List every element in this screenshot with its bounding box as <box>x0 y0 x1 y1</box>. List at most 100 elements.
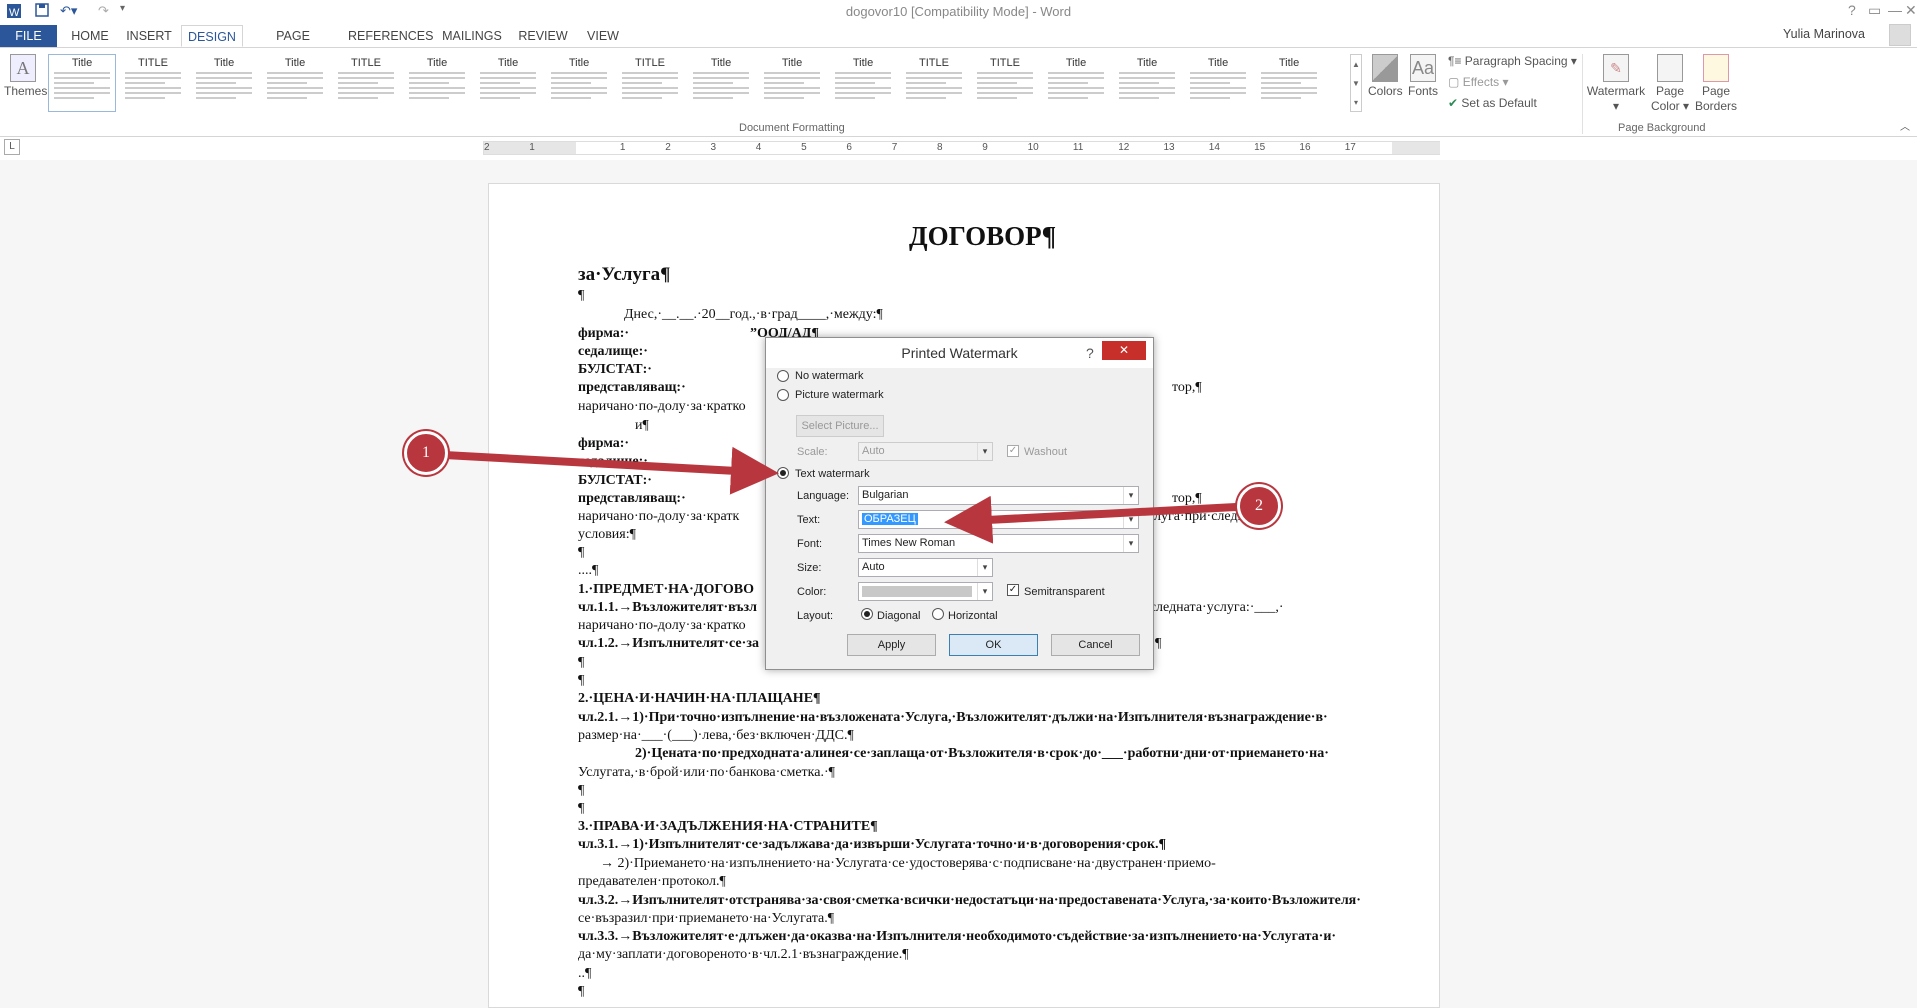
washout-label[interactable]: Washout <box>1024 446 1067 458</box>
document-line[interactable]: предавателен·протокол.¶ <box>578 873 726 891</box>
avatar[interactable] <box>1889 24 1911 46</box>
style-set-item[interactable]: Title <box>1042 54 1110 112</box>
dialog-close-button[interactable]: ✕ <box>1102 341 1146 360</box>
watermark-button[interactable]: ✎ Watermark ▾ <box>1585 54 1647 114</box>
user-name[interactable]: Yulia Marinova <box>1783 27 1865 41</box>
document-line[interactable]: за·Услуга¶ <box>578 265 670 284</box>
document-line[interactable]: БУЛСТАТ:· <box>578 472 652 490</box>
document-line[interactable]: наричано·по-долу·за·кратко <box>578 617 746 635</box>
cancel-button[interactable]: Cancel <box>1051 634 1140 656</box>
document-line[interactable]: наричано·по-долу·за·кратко <box>578 398 746 416</box>
document-line[interactable]: чл.3.3.→Възложителят·е·длъжен·да·оказва·… <box>578 928 1336 946</box>
document-line[interactable]: чл.1.2.→Изпълнителят·се·за <box>578 635 759 653</box>
document-line[interactable]: Днес,·__.__.·20__год.,·в·град____,·между… <box>624 306 883 324</box>
font-select[interactable]: Times New Roman ▾ <box>858 534 1139 553</box>
style-set-item[interactable]: Title <box>48 54 116 112</box>
text-watermark-label[interactable]: Text watermark <box>795 468 870 480</box>
document-line[interactable]: представляващ:· <box>578 490 686 508</box>
close-window-icon[interactable]: ✕ <box>1905 2 1917 19</box>
horizontal-label[interactable]: Horizontal <box>948 610 998 622</box>
document-line[interactable]: условия:¶ <box>578 526 636 544</box>
document-line[interactable]: фирма:· <box>578 325 629 343</box>
watermark-text-input[interactable]: ОБРАЗЕЦ ▾ <box>858 510 1139 529</box>
picture-watermark-label[interactable]: Picture watermark <box>795 389 884 401</box>
tab-file[interactable]: FILE <box>0 25 57 47</box>
semitransparent-checkbox[interactable]: ✓ <box>1007 584 1019 596</box>
fonts-button[interactable]: Aa Fonts <box>1406 54 1440 99</box>
language-select[interactable]: Bulgarian ▾ <box>858 486 1139 505</box>
document-line-fragment[interactable]: тор,¶ <box>1172 490 1202 508</box>
document-line[interactable]: чл.2.1.→1)·При·точно·изпълнение·на·възло… <box>578 709 1328 727</box>
document-line[interactable]: ДОГОВОР¶ <box>909 223 1056 250</box>
document-line[interactable]: размер·на·___·(___)·лева,·без·включен·ДД… <box>578 727 854 745</box>
picture-watermark-radio[interactable] <box>777 389 789 401</box>
semitransparent-label[interactable]: Semitransparent <box>1024 586 1105 598</box>
horizontal-ruler[interactable]: 2 1 1 2 3 4 5 6 7 8 9 10 11 12 13 14 15 16 17 <box>0 138 1917 158</box>
page-color-button[interactable]: Page Color ▾ <box>1650 54 1690 114</box>
style-set-item[interactable]: TITLE <box>616 54 684 112</box>
tab-view[interactable]: VIEW <box>582 25 624 47</box>
effects-button[interactable]: ▢ Effects ▾ <box>1448 75 1509 90</box>
help-icon[interactable]: ? <box>1848 2 1856 18</box>
document-line[interactable]: ¶ <box>578 782 584 800</box>
minimize-icon[interactable]: — <box>1888 2 1902 18</box>
style-set-item[interactable]: Title <box>758 54 826 112</box>
document-line[interactable]: 2.·ЦЕНА·И·НАЧИН·НА·ПЛАЩАНЕ¶ <box>578 690 821 708</box>
style-set-gallery[interactable]: Title TITLE Title Title TITLE Title Title Title… <box>48 54 1348 112</box>
horizontal-radio[interactable] <box>932 608 944 620</box>
tab-page-layout[interactable]: PAGE LAYOUT <box>252 25 334 65</box>
collapse-ribbon-icon[interactable]: ︿ <box>1900 120 1910 135</box>
style-set-item[interactable]: Title <box>829 54 897 112</box>
document-line[interactable]: наричано·по-долу·за·кратк <box>578 508 739 526</box>
select-picture-button[interactable]: Select Picture... <box>796 415 884 437</box>
ruler-bar[interactable]: 2 1 1 2 3 4 5 6 7 8 9 10 11 12 13 14 15 16 17 <box>483 141 1440 155</box>
tab-review[interactable]: REVIEW <box>517 25 569 47</box>
document-line[interactable]: Услугата,·в·брой·или·по·банкова·сметка.·… <box>578 764 835 782</box>
diagonal-label[interactable]: Diagonal <box>877 610 920 622</box>
document-line[interactable]: БУЛСТАТ:· <box>578 361 652 379</box>
tab-insert[interactable]: INSERT <box>124 25 174 47</box>
tab-design[interactable]: DESIGN <box>181 25 243 47</box>
document-line[interactable]: ¶ <box>578 287 584 305</box>
scale-select[interactable]: Auto ▾ <box>858 442 993 461</box>
style-set-item[interactable]: TITLE <box>119 54 187 112</box>
document-line[interactable]: ....¶ <box>578 562 598 580</box>
style-set-item[interactable]: TITLE <box>900 54 968 112</box>
tab-home[interactable]: HOME <box>68 25 112 47</box>
style-set-item[interactable]: Title <box>1113 54 1181 112</box>
style-set-item[interactable]: Title <box>687 54 755 112</box>
document-line[interactable]: седалище:· <box>578 343 648 361</box>
style-set-item[interactable]: Title <box>1184 54 1252 112</box>
style-set-item[interactable]: Title <box>545 54 613 112</box>
tab-references[interactable]: REFERENCES <box>348 25 433 47</box>
document-line[interactable]: ¶ <box>578 983 584 1001</box>
document-line[interactable]: седалище:· <box>578 453 648 471</box>
no-watermark-radio[interactable] <box>777 370 789 382</box>
document-line[interactable]: 1.·ПРЕДМЕТ·НА·ДОГОВО <box>578 581 754 599</box>
set-as-default-button[interactable]: ✔ Set as Default <box>1448 96 1537 111</box>
colors-button[interactable]: Colors <box>1368 54 1403 99</box>
document-line[interactable]: фирма:· <box>578 435 629 453</box>
themes-button[interactable]: A Themes <box>4 54 47 99</box>
document-line-fragment[interactable]: ¶ <box>1155 635 1161 653</box>
document-line[interactable]: → 2)·Приемането·на·изпълнението·на·Услуг… <box>600 855 1216 873</box>
dialog-help-icon[interactable]: ? <box>1086 345 1094 361</box>
size-select[interactable]: Auto ▾ <box>858 558 993 577</box>
style-set-item[interactable]: Title <box>474 54 542 112</box>
document-line[interactable]: ..¶ <box>578 965 591 983</box>
document-line[interactable]: ¶ <box>578 544 584 562</box>
apply-button[interactable]: Apply <box>847 634 936 656</box>
document-line[interactable]: 3.·ПРАВА·И·ЗАДЪЛЖЕНИЯ·НА·СТРАНИТЕ¶ <box>578 818 878 836</box>
page-borders-button[interactable]: Page Borders <box>1692 54 1740 114</box>
document-line[interactable]: чл.3.2.→Изпълнителят·отстранява·за·своя·… <box>578 892 1361 910</box>
style-set-item[interactable]: Title <box>403 54 471 112</box>
document-line[interactable]: представляващ:· <box>578 379 686 397</box>
document-line[interactable]: и¶ <box>635 417 649 435</box>
style-set-item[interactable]: Title <box>261 54 329 112</box>
text-watermark-radio[interactable] <box>777 467 789 479</box>
ok-button[interactable]: OK <box>949 634 1038 656</box>
paragraph-spacing-button[interactable]: ¶≡ Paragraph Spacing ▾ <box>1448 54 1577 69</box>
ribbon-display-icon[interactable]: ▭ <box>1868 2 1881 19</box>
document-line[interactable]: ¶ <box>578 654 584 672</box>
document-line[interactable]: ¶ <box>578 800 584 818</box>
